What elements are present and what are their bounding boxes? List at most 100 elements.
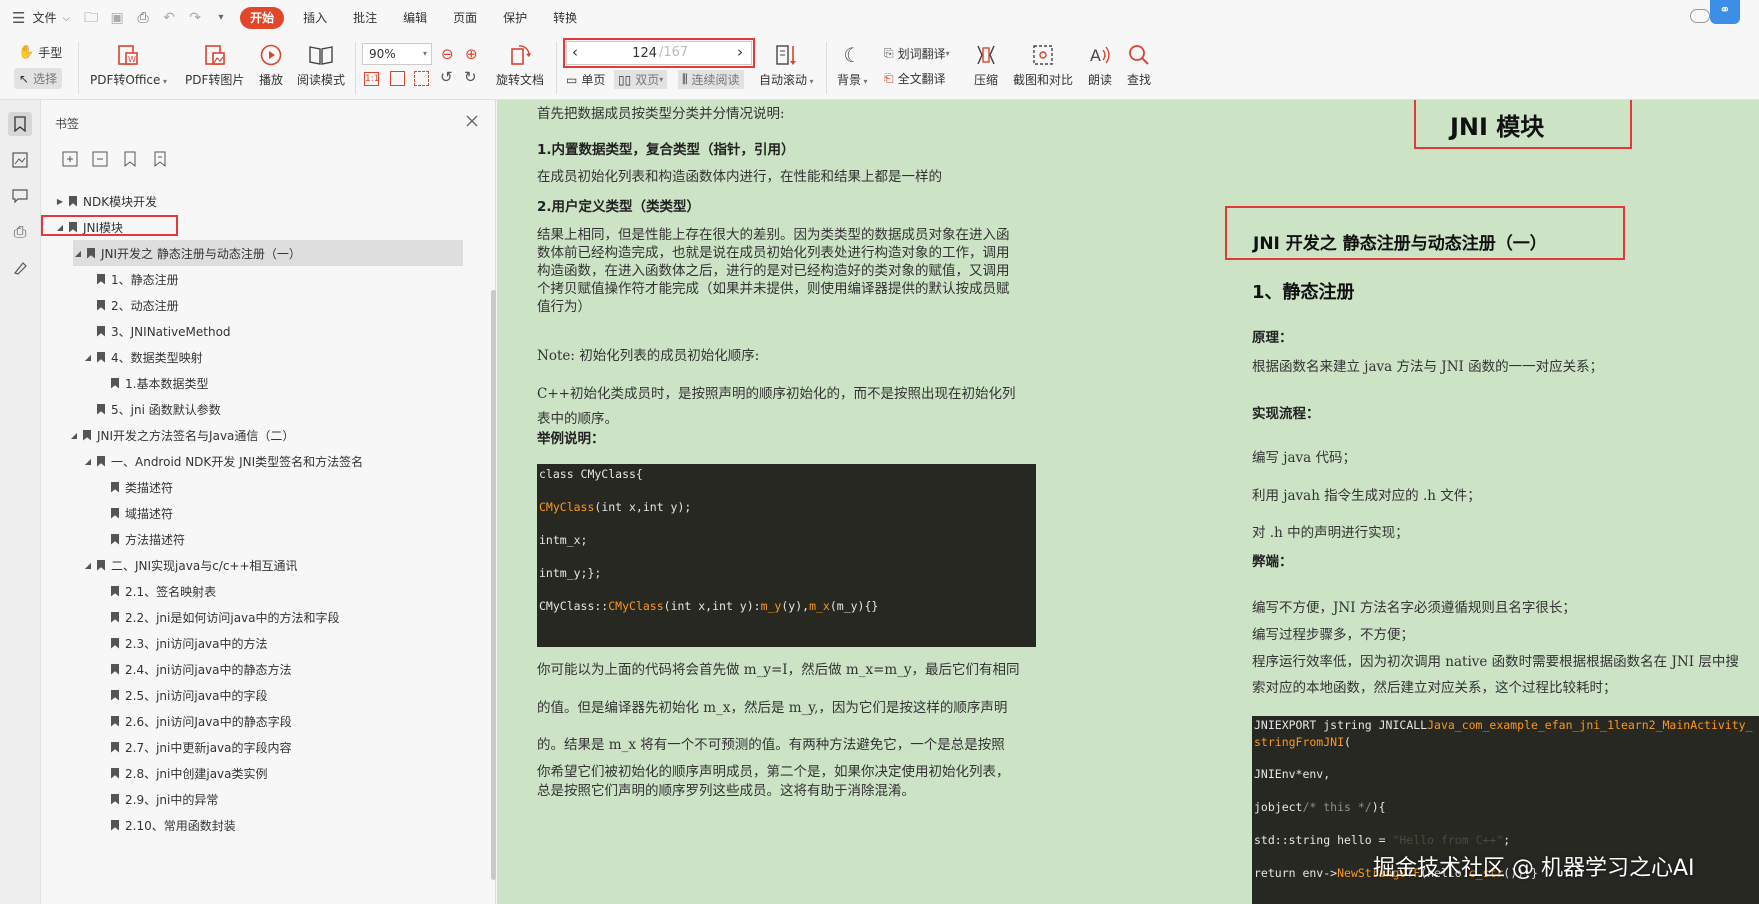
menu-tab[interactable]: 页面 xyxy=(440,7,490,29)
bookmark-item[interactable]: 2、动态注册 xyxy=(41,292,179,318)
bookmark-item[interactable]: 域描述符 xyxy=(41,500,173,526)
expanded-triangle-icon[interactable]: ◢ xyxy=(83,561,93,570)
expanded-triangle-icon[interactable]: ◢ xyxy=(73,249,83,258)
bookmark-label: 域描述符 xyxy=(125,506,174,521)
close-icon[interactable] xyxy=(465,114,479,128)
app-badge-icon[interactable]: ⚭ xyxy=(1710,0,1740,24)
watermark: 掘金技术社区 @ 机器学习之心AI xyxy=(1373,856,1695,881)
menu-tab[interactable]: 转换 xyxy=(540,7,590,29)
svg-text:W: W xyxy=(128,55,136,64)
bookmark-item[interactable]: ▶ NDK模块开发 xyxy=(41,188,157,214)
bookmark-item[interactable]: 2.8、jni中创建java类实例 xyxy=(41,760,268,786)
cloud-icon[interactable] xyxy=(1690,9,1710,23)
screenshot-compare-button[interactable]: 截图和对比 xyxy=(1013,42,1073,88)
file-menu[interactable]: 文件 xyxy=(30,7,58,29)
read-aloud-button[interactable]: A 朗读 xyxy=(1087,42,1113,88)
zoom-out-icon[interactable]: ⊖ xyxy=(441,45,454,63)
attachment-icon[interactable]: ⎙ xyxy=(8,220,32,244)
play-button[interactable]: 播放 xyxy=(258,42,284,88)
add-bookmark-icon[interactable] xyxy=(121,150,139,168)
actual-size-icon[interactable]: 1:1 xyxy=(364,72,379,86)
bookmark-item[interactable]: 3、JNINativeMethod xyxy=(41,318,231,344)
expanded-triangle-icon[interactable]: ◢ xyxy=(83,353,93,362)
find-button[interactable]: 查找 xyxy=(1126,42,1152,88)
thumbnail-icon[interactable] xyxy=(8,148,32,172)
bookmark-panel: 书签 ▶ NDK模块开发 ◢ JNI模块 ◢ JNI开发之 静态注册与动态注册（一） 1、静… xyxy=(41,100,496,904)
single-page-button[interactable]: ▭ 单页 xyxy=(566,71,605,88)
delete-bookmark-icon[interactable] xyxy=(151,150,169,168)
bookmark-item[interactable]: 2.2、jni是如何访问java中的方法和字段 xyxy=(41,604,340,630)
signature-icon[interactable] xyxy=(8,256,32,280)
collapse-all-icon[interactable] xyxy=(91,150,109,168)
read-mode-button[interactable]: 阅读模式 xyxy=(297,42,345,88)
rotate-document-button[interactable]: 旋转文档 xyxy=(496,42,544,88)
continuous-read-button[interactable]: ⫼ 连续阅读 xyxy=(678,70,744,89)
bookmark-item[interactable]: ◢ JNI开发之方法签名与Java通信（二） xyxy=(41,422,294,448)
full-translate-button[interactable]: ⎗ 全文翻译 xyxy=(884,70,946,87)
bookmark-item[interactable]: 2.10、常用函数封装 xyxy=(41,812,236,838)
bookmark-item[interactable]: 2.9、jni中的异常 xyxy=(41,786,218,812)
code-token: (int x,int y): xyxy=(663,599,761,613)
more-chevron-icon[interactable]: ▾ xyxy=(211,8,231,28)
bookmark-item[interactable]: 1.基本数据类型 xyxy=(41,370,208,396)
bookmark-item[interactable]: ◢ 4、数据类型映射 xyxy=(41,344,203,370)
pdf-to-image-button[interactable]: PDF转图片 xyxy=(185,42,244,88)
expanded-triangle-icon[interactable]: ◢ xyxy=(83,457,93,466)
scrollbar[interactable] xyxy=(491,290,496,880)
fit-width-icon[interactable] xyxy=(414,71,429,86)
menu-tab[interactable]: 插入 xyxy=(290,7,340,29)
zoom-in-icon[interactable]: ⊕ xyxy=(465,45,478,63)
expanded-triangle-icon[interactable]: ◢ xyxy=(69,431,79,440)
word-translate-button[interactable]: ⎘ 划词翻译 ▾ xyxy=(884,45,950,62)
bookmark-item[interactable]: 2.7、jni中更新java的字段内容 xyxy=(41,734,292,760)
bookmark-icon xyxy=(111,377,119,389)
bookmark-label: 2、动态注册 xyxy=(111,298,179,313)
bookmark-item[interactable]: 2.5、jni访问java中的字段 xyxy=(41,682,268,708)
save-icon[interactable]: ▣ xyxy=(107,8,127,28)
menu-tab[interactable]: 编辑 xyxy=(390,7,440,29)
redo-icon[interactable]: ↷ xyxy=(185,8,205,28)
double-page-button[interactable]: ▯▯ 双页 ▾ xyxy=(614,70,668,89)
compress-button[interactable]: 压缩 xyxy=(973,42,999,88)
bookmark-item[interactable]: 1、静态注册 xyxy=(41,266,179,292)
bookmark-label: JNI开发之方法签名与Java通信（二） xyxy=(97,428,295,443)
bookmark-item[interactable]: 类描述符 xyxy=(41,474,173,500)
chevron-down-icon[interactable]: ⌵ xyxy=(62,13,70,24)
hamburger-icon[interactable]: ☰ xyxy=(12,9,25,27)
collapsed-triangle-icon[interactable]: ▶ xyxy=(55,197,65,206)
bookmark-item[interactable]: 2.6、jni访问Java中的静态字段 xyxy=(41,708,292,734)
bookmark-panel-icon[interactable] xyxy=(8,112,32,136)
menu-tab[interactable]: 保护 xyxy=(490,7,540,29)
select-tool[interactable]: ↖ 选择 xyxy=(14,68,63,89)
code-token: ( xyxy=(1344,735,1351,749)
expand-all-icon[interactable] xyxy=(61,150,79,168)
bookmark-item[interactable]: ◢ 二、JNI实现java与c/c++相互通讯 xyxy=(41,552,298,578)
auto-scroll-button[interactable]: 自动滚动 ▾ xyxy=(759,42,814,88)
open-folder-icon[interactable]: 🗀 xyxy=(81,8,101,28)
comment-icon[interactable] xyxy=(8,184,32,208)
pdf-to-office-icon: W xyxy=(115,42,141,68)
bookmark-icon xyxy=(97,351,105,363)
menu-tab[interactable]: 批注 xyxy=(340,7,390,29)
rotate-left-icon[interactable]: ↺ xyxy=(440,68,453,86)
bookmark-item[interactable]: ◢ JNI开发之 静态注册与动态注册（一） xyxy=(73,240,463,266)
cursor-icon: ↖ xyxy=(19,71,30,86)
background-button[interactable]: ☾ 背景 ▾ xyxy=(837,42,868,88)
zoom-select[interactable]: 90% ▾ xyxy=(362,43,432,65)
bookmark-item[interactable]: 方法描述符 xyxy=(41,526,185,552)
undo-icon[interactable]: ↶ xyxy=(159,8,179,28)
bookmark-item[interactable]: ◢ 一、Android NDK开发 JNI类型签名和方法签名 xyxy=(41,448,363,474)
code-line: intm_x; xyxy=(539,533,587,547)
bookmark-item[interactable]: 2.3、jni访问java中的方法 xyxy=(41,630,268,656)
paragraph: 在成员初始化列表和构造函数体内进行，在性能和结果上都是一样的 xyxy=(537,169,942,185)
bookmark-item[interactable]: 2.4、jni访问java中的静态方法 xyxy=(41,656,292,682)
menu-tab[interactable]: 开始 xyxy=(240,7,285,29)
pdf-to-office-button[interactable]: W PDF转Office ▾ xyxy=(90,42,167,88)
bookmark-label: NDK模块开发 xyxy=(83,194,158,209)
bookmark-item[interactable]: 5、jni 函数默认参数 xyxy=(41,396,221,422)
print-icon[interactable]: ⎙ xyxy=(133,8,153,28)
hand-tool[interactable]: ✋ 手型 xyxy=(18,44,62,61)
rotate-right-icon[interactable]: ↻ xyxy=(464,68,477,86)
fit-page-icon[interactable] xyxy=(390,71,405,86)
bookmark-item[interactable]: 2.1、签名映射表 xyxy=(41,578,216,604)
